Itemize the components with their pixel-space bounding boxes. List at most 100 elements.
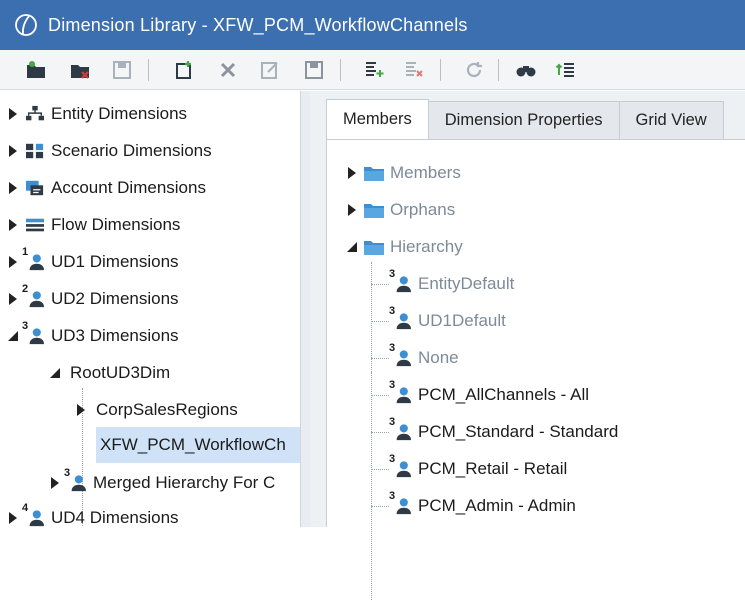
ud-icon: 4 [22,502,46,527]
tab-members[interactable]: Members [326,99,429,139]
tab-strip: Members Dimension Properties Grid View [326,99,724,139]
expand-arrow-icon[interactable] [6,511,20,525]
tree-item-label: Merged Hierarchy For C [93,473,276,492]
ud-icon: 3 [22,320,46,346]
tree-connector [371,262,372,502]
tree-item-account-dimensions[interactable]: Account Dimensions [6,173,206,203]
collapse-arrow-icon[interactable] [345,240,359,254]
add-relationship-icon[interactable] [360,56,388,84]
save-disabled-icon[interactable] [108,56,136,84]
expand-arrow-icon[interactable] [74,403,88,417]
dimension-tree: Entity Dimensions Scenario Dimensions Ac… [0,91,300,527]
window-title: Dimension Library - XFW_PCM_WorkflowChan… [48,14,468,35]
expand-arrow-icon[interactable] [6,255,20,269]
tab-dimension-properties[interactable]: Dimension Properties [427,101,620,139]
ud-badge: 3 [389,268,396,280]
delete-x-icon[interactable] [214,56,242,84]
edit-disabled-icon[interactable] [256,56,284,84]
tree-item-xfw-pcm-workflowchannels[interactable]: XFW_PCM_WorkflowCh [96,427,300,463]
expand-arrow-icon[interactable] [345,166,359,180]
expand-arrow-icon[interactable] [6,144,20,158]
ud-member-icon: 3 [389,416,413,442]
ud-badge: 3 [389,342,396,354]
ud-member-icon: 3 [389,379,413,405]
tree-item-ud2-dimensions[interactable]: 2 UD2 Dimensions [6,283,179,314]
tree-item-label: Flow Dimensions [51,215,181,234]
folder-icon [363,237,385,257]
tree-item-ud3-dimensions[interactable]: 3 UD3 Dimensions [6,320,179,351]
folder-delete-icon[interactable] [66,56,94,84]
member-pcm-allchannels[interactable]: 3 PCM_AllChannels - All [389,379,589,410]
tree-connector [371,395,389,396]
member-folder-hierarchy[interactable]: Hierarchy [345,232,463,262]
ud-icon: 2 [22,283,46,309]
tree-item-ud1-dimensions[interactable]: 1 UD1 Dimensions [6,246,179,277]
tree-item-flow-dimensions[interactable]: Flow Dimensions [6,210,180,240]
ud-member-icon: 3 [389,305,413,331]
flow-icon [24,215,46,235]
member-entitydefault[interactable]: 3 EntityDefault [389,268,515,299]
new-member-icon[interactable] [170,56,198,84]
ud-member-icon: 3 [389,342,413,368]
tree-item-scenario-dimensions[interactable]: Scenario Dimensions [6,136,212,166]
tree-item-entity-dimensions[interactable]: Entity Dimensions [6,99,187,129]
ud-badge: 3 [22,320,29,332]
tree-item-label: Account Dimensions [51,178,206,197]
member-label: EntityDefault [418,274,515,293]
members-tree-panel: Members Orphans Hierarchy 3 EntityDefaul… [326,139,745,600]
ud-member-icon: 3 [389,490,413,516]
folder-icon [363,200,385,220]
member-folder-orphans[interactable]: Orphans [345,195,455,225]
refresh-icon[interactable] [460,56,488,84]
tab-grid-view[interactable]: Grid View [618,101,724,139]
member-ud1default[interactable]: 3 UD1Default [389,305,506,336]
member-label: PCM_Standard - Standard [418,422,619,441]
scenario-icon [24,141,46,161]
ud-badge: 3 [389,379,396,391]
entity-icon [24,104,46,124]
tree-item-corpsalesregions[interactable]: CorpSalesRegions [74,395,238,425]
member-pcm-retail[interactable]: 3 PCM_Retail - Retail [389,453,568,484]
collapse-arrow-icon[interactable] [6,329,20,343]
tree-item-label: XFW_PCM_WorkflowCh [100,435,286,454]
dimension-detail-pane: Members Dimension Properties Grid View M… [310,91,745,600]
member-label: PCM_Retail - Retail [418,459,568,478]
member-label: Orphans [390,200,456,219]
expand-arrow-icon[interactable] [6,218,20,232]
expand-arrow-icon[interactable] [6,107,20,121]
account-icon [24,178,46,198]
expand-arrow-icon[interactable] [6,292,20,306]
sort-list-icon[interactable] [552,56,580,84]
tree-item-label: UD2 Dimensions [51,289,179,308]
member-folder-members[interactable]: Members [345,158,461,188]
save-disabled-icon[interactable] [300,56,328,84]
ud-badge: 3 [389,416,396,428]
toolbar-separator [340,59,341,81]
tree-item-label: UD4 Dimensions [51,508,179,527]
tree-item-rootud3dim[interactable]: RootUD3Dim [48,358,170,388]
ud-badge: 3 [64,467,71,479]
expand-arrow-icon[interactable] [345,203,359,217]
ud-badge: 1 [22,246,29,258]
expand-arrow-icon[interactable] [48,476,62,490]
expand-arrow-icon[interactable] [6,181,20,195]
remove-relationship-icon[interactable] [400,56,428,84]
member-none[interactable]: 3 None [389,342,459,373]
folder-open-icon[interactable] [22,56,50,84]
tree-connector [371,432,389,433]
ud-badge: 4 [22,502,29,514]
ud-icon: 1 [22,246,46,272]
collapse-arrow-icon[interactable] [48,366,62,380]
tree-item-merged-hierarchy[interactable]: 3 Merged Hierarchy For C [48,467,276,498]
tree-item-label: CorpSalesRegions [96,400,238,419]
ud-badge: 3 [389,453,396,465]
search-binoculars-icon[interactable] [512,56,540,84]
tree-item-ud4-dimensions[interactable]: 4 UD4 Dimensions [6,502,179,527]
pane-splitter[interactable] [300,91,310,527]
app-logo-icon [15,14,37,36]
member-pcm-admin[interactable]: 3 PCM_Admin - Admin [389,490,576,521]
tree-connector [371,469,389,470]
member-pcm-standard[interactable]: 3 PCM_Standard - Standard [389,416,619,447]
tree-item-label: Entity Dimensions [51,104,188,123]
tree-connector [371,358,389,359]
